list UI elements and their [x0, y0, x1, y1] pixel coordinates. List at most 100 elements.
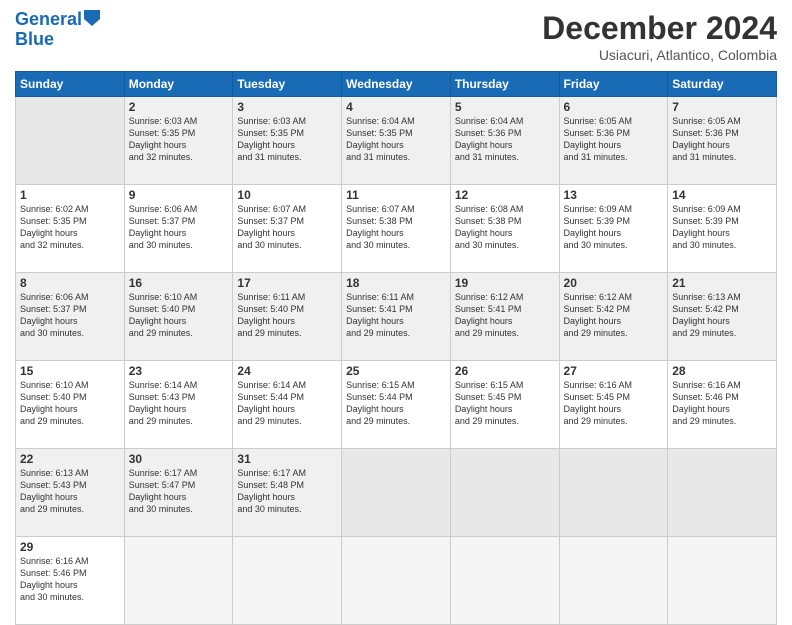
day-number: 16: [129, 276, 229, 290]
day-info: Sunrise: 6:12 AMSunset: 5:41 PMDaylight …: [455, 291, 555, 340]
day-info: Sunrise: 6:05 AMSunset: 5:36 PMDaylight …: [672, 115, 772, 164]
day-number: 9: [129, 188, 229, 202]
table-row: 23Sunrise: 6:14 AMSunset: 5:43 PMDayligh…: [124, 361, 233, 449]
day-info: Sunrise: 6:15 AMSunset: 5:44 PMDaylight …: [346, 379, 446, 428]
day-number: 28: [672, 364, 772, 378]
day-number: 10: [237, 188, 337, 202]
day-info: Sunrise: 6:04 AMSunset: 5:35 PMDaylight …: [346, 115, 446, 164]
table-row: [668, 449, 777, 537]
table-row: 19Sunrise: 6:12 AMSunset: 5:41 PMDayligh…: [450, 273, 559, 361]
table-row: 16Sunrise: 6:10 AMSunset: 5:40 PMDayligh…: [124, 273, 233, 361]
table-row: 4Sunrise: 6:04 AMSunset: 5:35 PMDaylight…: [342, 97, 451, 185]
table-row: 7Sunrise: 6:05 AMSunset: 5:36 PMDaylight…: [668, 97, 777, 185]
table-row: 22Sunrise: 6:13 AMSunset: 5:43 PMDayligh…: [16, 449, 125, 537]
day-info: Sunrise: 6:03 AMSunset: 5:35 PMDaylight …: [129, 115, 229, 164]
table-row: [342, 449, 451, 537]
table-row: 20Sunrise: 6:12 AMSunset: 5:42 PMDayligh…: [559, 273, 668, 361]
page: General Blue December 2024 Usiacuri, Atl…: [0, 0, 792, 612]
day-info: Sunrise: 6:09 AMSunset: 5:39 PMDaylight …: [564, 203, 664, 252]
day-info: Sunrise: 6:15 AMSunset: 5:45 PMDaylight …: [455, 379, 555, 428]
day-info: Sunrise: 6:16 AMSunset: 5:46 PMDaylight …: [20, 555, 120, 604]
title-section: December 2024 Usiacuri, Atlantico, Colom…: [542, 10, 777, 63]
logo: General Blue: [15, 10, 100, 50]
day-info: Sunrise: 6:14 AMSunset: 5:43 PMDaylight …: [129, 379, 229, 428]
day-info: Sunrise: 6:16 AMSunset: 5:45 PMDaylight …: [564, 379, 664, 428]
day-info: Sunrise: 6:04 AMSunset: 5:36 PMDaylight …: [455, 115, 555, 164]
table-row: 12Sunrise: 6:08 AMSunset: 5:38 PMDayligh…: [450, 185, 559, 273]
day-number: 7: [672, 100, 772, 114]
table-row: 9Sunrise: 6:06 AMSunset: 5:37 PMDaylight…: [124, 185, 233, 273]
day-info: Sunrise: 6:13 AMSunset: 5:42 PMDaylight …: [672, 291, 772, 340]
day-info: Sunrise: 6:17 AMSunset: 5:48 PMDaylight …: [237, 467, 337, 516]
day-number: 30: [129, 452, 229, 466]
day-number: 17: [237, 276, 337, 290]
day-info: Sunrise: 6:11 AMSunset: 5:40 PMDaylight …: [237, 291, 337, 340]
table-row: [559, 537, 668, 625]
table-row: 29Sunrise: 6:16 AMSunset: 5:46 PMDayligh…: [16, 537, 125, 625]
day-info: Sunrise: 6:11 AMSunset: 5:41 PMDaylight …: [346, 291, 446, 340]
day-number: 21: [672, 276, 772, 290]
day-number: 18: [346, 276, 446, 290]
day-number: 22: [20, 452, 120, 466]
table-row: 13Sunrise: 6:09 AMSunset: 5:39 PMDayligh…: [559, 185, 668, 273]
day-info: Sunrise: 6:06 AMSunset: 5:37 PMDaylight …: [129, 203, 229, 252]
logo-line2: Blue: [15, 30, 100, 50]
day-info: Sunrise: 6:14 AMSunset: 5:44 PMDaylight …: [237, 379, 337, 428]
day-number: 8: [20, 276, 120, 290]
header-row: Sunday Monday Tuesday Wednesday Thursday…: [16, 72, 777, 97]
day-number: 3: [237, 100, 337, 114]
day-number: 12: [455, 188, 555, 202]
day-number: 31: [237, 452, 337, 466]
day-info: Sunrise: 6:07 AMSunset: 5:38 PMDaylight …: [346, 203, 446, 252]
table-row: 10Sunrise: 6:07 AMSunset: 5:37 PMDayligh…: [233, 185, 342, 273]
day-info: Sunrise: 6:13 AMSunset: 5:43 PMDaylight …: [20, 467, 120, 516]
table-row: 6Sunrise: 6:05 AMSunset: 5:36 PMDaylight…: [559, 97, 668, 185]
table-row: 17Sunrise: 6:11 AMSunset: 5:40 PMDayligh…: [233, 273, 342, 361]
calendar-table: Sunday Monday Tuesday Wednesday Thursday…: [15, 71, 777, 625]
col-thursday: Thursday: [450, 72, 559, 97]
col-friday: Friday: [559, 72, 668, 97]
day-info: Sunrise: 6:09 AMSunset: 5:39 PMDaylight …: [672, 203, 772, 252]
logo-icon: [84, 10, 100, 26]
table-row: [450, 537, 559, 625]
table-row: 3Sunrise: 6:03 AMSunset: 5:35 PMDaylight…: [233, 97, 342, 185]
logo-text: General: [15, 10, 82, 30]
day-number: 29: [20, 540, 120, 554]
day-info: Sunrise: 6:05 AMSunset: 5:36 PMDaylight …: [564, 115, 664, 164]
day-number: 13: [564, 188, 664, 202]
table-row: 30Sunrise: 6:17 AMSunset: 5:47 PMDayligh…: [124, 449, 233, 537]
table-row: 15Sunrise: 6:10 AMSunset: 5:40 PMDayligh…: [16, 361, 125, 449]
day-info: Sunrise: 6:02 AMSunset: 5:35 PMDaylight …: [20, 203, 120, 252]
header: General Blue December 2024 Usiacuri, Atl…: [15, 10, 777, 63]
day-number: 26: [455, 364, 555, 378]
table-row: [559, 449, 668, 537]
table-row: 26Sunrise: 6:15 AMSunset: 5:45 PMDayligh…: [450, 361, 559, 449]
day-number: 14: [672, 188, 772, 202]
day-number: 25: [346, 364, 446, 378]
table-row: [16, 97, 125, 185]
table-row: 5Sunrise: 6:04 AMSunset: 5:36 PMDaylight…: [450, 97, 559, 185]
day-info: Sunrise: 6:08 AMSunset: 5:38 PMDaylight …: [455, 203, 555, 252]
day-number: 24: [237, 364, 337, 378]
table-row: [342, 537, 451, 625]
table-row: 8Sunrise: 6:06 AMSunset: 5:37 PMDaylight…: [16, 273, 125, 361]
day-info: Sunrise: 6:10 AMSunset: 5:40 PMDaylight …: [20, 379, 120, 428]
day-info: Sunrise: 6:16 AMSunset: 5:46 PMDaylight …: [672, 379, 772, 428]
table-row: 31Sunrise: 6:17 AMSunset: 5:48 PMDayligh…: [233, 449, 342, 537]
day-number: 27: [564, 364, 664, 378]
table-row: 25Sunrise: 6:15 AMSunset: 5:44 PMDayligh…: [342, 361, 451, 449]
col-tuesday: Tuesday: [233, 72, 342, 97]
day-number: 1: [20, 188, 120, 202]
day-number: 6: [564, 100, 664, 114]
table-row: 27Sunrise: 6:16 AMSunset: 5:45 PMDayligh…: [559, 361, 668, 449]
col-wednesday: Wednesday: [342, 72, 451, 97]
month-title: December 2024: [542, 10, 777, 47]
table-row: 1Sunrise: 6:02 AMSunset: 5:35 PMDaylight…: [16, 185, 125, 273]
col-sunday: Sunday: [16, 72, 125, 97]
day-number: 19: [455, 276, 555, 290]
day-number: 5: [455, 100, 555, 114]
day-info: Sunrise: 6:06 AMSunset: 5:37 PMDaylight …: [20, 291, 120, 340]
day-number: 2: [129, 100, 229, 114]
subtitle: Usiacuri, Atlantico, Colombia: [542, 47, 777, 63]
day-info: Sunrise: 6:10 AMSunset: 5:40 PMDaylight …: [129, 291, 229, 340]
